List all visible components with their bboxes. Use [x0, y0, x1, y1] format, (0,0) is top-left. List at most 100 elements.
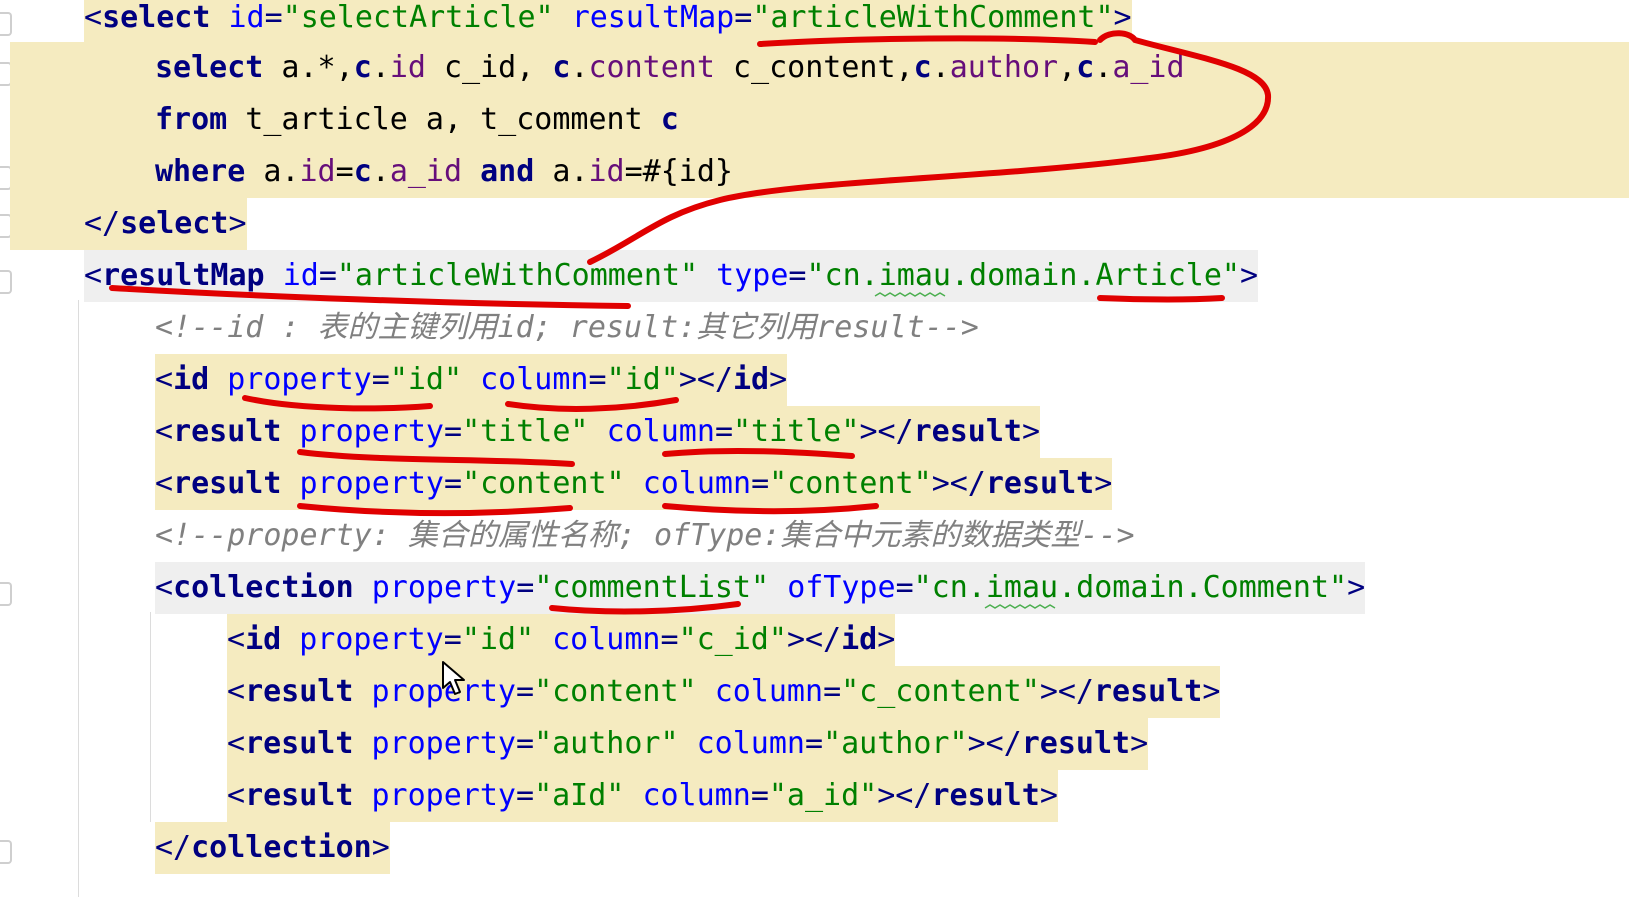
code-token: < — [155, 362, 174, 397]
code-token: resultMap — [102, 258, 265, 293]
code-token: ofType — [787, 570, 896, 605]
code-token: ></ — [786, 622, 842, 657]
code-line[interactable]: <result property="content" column="conte… — [155, 458, 1113, 510]
code-token: column — [552, 622, 661, 657]
code-token: result — [1094, 674, 1203, 709]
code-token: type — [716, 258, 789, 293]
code-token: property — [299, 466, 445, 501]
code-token: select — [120, 206, 229, 241]
code-token: a_id — [1112, 50, 1185, 85]
code-comment[interactable]: <!--id : 表的主键列用id; result:其它列用result--> — [155, 302, 979, 354]
mouse-pointer-icon — [442, 661, 465, 695]
code-token: "aId" — [534, 778, 625, 813]
code-line[interactable]: select a.*,c.id c_id, c.content c_conten… — [10, 42, 1629, 94]
code-token: = — [516, 778, 535, 813]
code-token: property — [299, 622, 444, 657]
code-token: =#{id} — [624, 154, 733, 189]
code-token: id — [282, 258, 319, 293]
code-token: select — [155, 50, 264, 85]
code-token: > — [1130, 726, 1149, 761]
code-line[interactable]: </collection> — [155, 822, 390, 874]
code-comment[interactable]: <!--property: 集合的属性名称; ofType:集合中元素的数据类型… — [155, 510, 1135, 562]
code-token: ></ — [678, 362, 733, 397]
indent-guide — [78, 300, 79, 897]
indent-guide — [150, 612, 151, 822]
code-token: "a_id" — [768, 778, 878, 813]
code-token: author — [949, 50, 1059, 85]
code-token: c — [913, 50, 932, 85]
code-token: "content" — [462, 466, 625, 501]
code-line[interactable]: <select id="selectArticle" resultMap="ar… — [84, 0, 1132, 44]
code-token: > — [371, 830, 390, 865]
code-token: ></ — [877, 778, 932, 813]
code-token: = — [714, 414, 733, 449]
code-line[interactable]: <result property="author" column="author… — [227, 718, 1149, 770]
code-line[interactable]: <result property="aId" column="a_id"></r… — [227, 770, 1058, 822]
code-line[interactable]: from t_article a, t_comment c — [10, 94, 1629, 146]
code-token: . — [371, 154, 390, 189]
code-token: c — [353, 154, 372, 189]
code-token: = — [823, 674, 842, 709]
code-token: id — [228, 0, 265, 35]
code-token: "id" — [389, 362, 463, 397]
code-token: collection — [191, 830, 372, 865]
code-token: , — [1058, 50, 1077, 85]
code-token: = — [734, 0, 753, 35]
code-token: a.*, — [263, 50, 354, 85]
code-token: = — [805, 726, 824, 761]
code-token: ></ — [859, 414, 914, 449]
code-editor[interactable]: <select id="selectArticle" resultMap="ar… — [0, 0, 1629, 897]
code-token: content — [588, 50, 715, 85]
code-token: column — [606, 414, 715, 449]
code-token: = — [588, 362, 607, 397]
code-token: c — [1076, 50, 1095, 85]
code-token: <!--property: 集合的属性名称; ofType:集合中元素的数据类型… — [155, 518, 1135, 553]
code-line[interactable]: <collection property="commentList" ofTyp… — [155, 562, 1366, 614]
code-token: result — [1021, 726, 1131, 761]
code-token: < — [227, 674, 246, 709]
code-token: </ — [84, 206, 121, 241]
code-token: . — [931, 50, 950, 85]
code-token: > — [1094, 466, 1113, 501]
code-token: c_content, — [714, 50, 914, 85]
code-token: "commentList" — [534, 570, 770, 605]
code-line[interactable]: where a.id=c.a_id and a.id=#{id} — [10, 146, 1629, 198]
code-line[interactable]: </select> — [10, 198, 247, 250]
code-token: result — [173, 414, 282, 449]
code-token: < — [155, 414, 174, 449]
code-token: and — [480, 154, 535, 189]
code-token: column — [696, 726, 805, 761]
code-token: result — [245, 674, 354, 709]
code-token: < — [227, 622, 246, 657]
code-token: "cn.imau.domain.Comment" — [913, 570, 1348, 605]
code-line[interactable]: <id property="id" column="id"></id> — [155, 354, 788, 406]
code-token: property — [371, 570, 517, 605]
code-token: from — [155, 102, 228, 137]
code-token: resultMap — [571, 0, 735, 35]
code-token: result — [931, 778, 1040, 813]
code-line[interactable]: <id property="id" column="c_id"></id> — [227, 614, 896, 666]
code-token: > — [1039, 778, 1058, 813]
code-line[interactable]: <result property="content" column="c_con… — [227, 666, 1221, 718]
code-token: > — [1202, 674, 1221, 709]
code-line[interactable]: <result property="title" column="title">… — [155, 406, 1041, 458]
code-token: > — [877, 622, 896, 657]
code-token: "c_id" — [678, 622, 787, 657]
code-token: < — [84, 0, 103, 35]
code-line[interactable]: <resultMap id="articleWithComment" type=… — [84, 250, 1259, 302]
code-token: t_article a, t_comment — [227, 102, 661, 137]
code-token: = — [444, 414, 463, 449]
code-token: "cn.imau.domain.Article" — [806, 258, 1240, 293]
code-token: c — [353, 50, 372, 85]
code-token: result — [985, 466, 1095, 501]
code-token: < — [155, 570, 174, 605]
